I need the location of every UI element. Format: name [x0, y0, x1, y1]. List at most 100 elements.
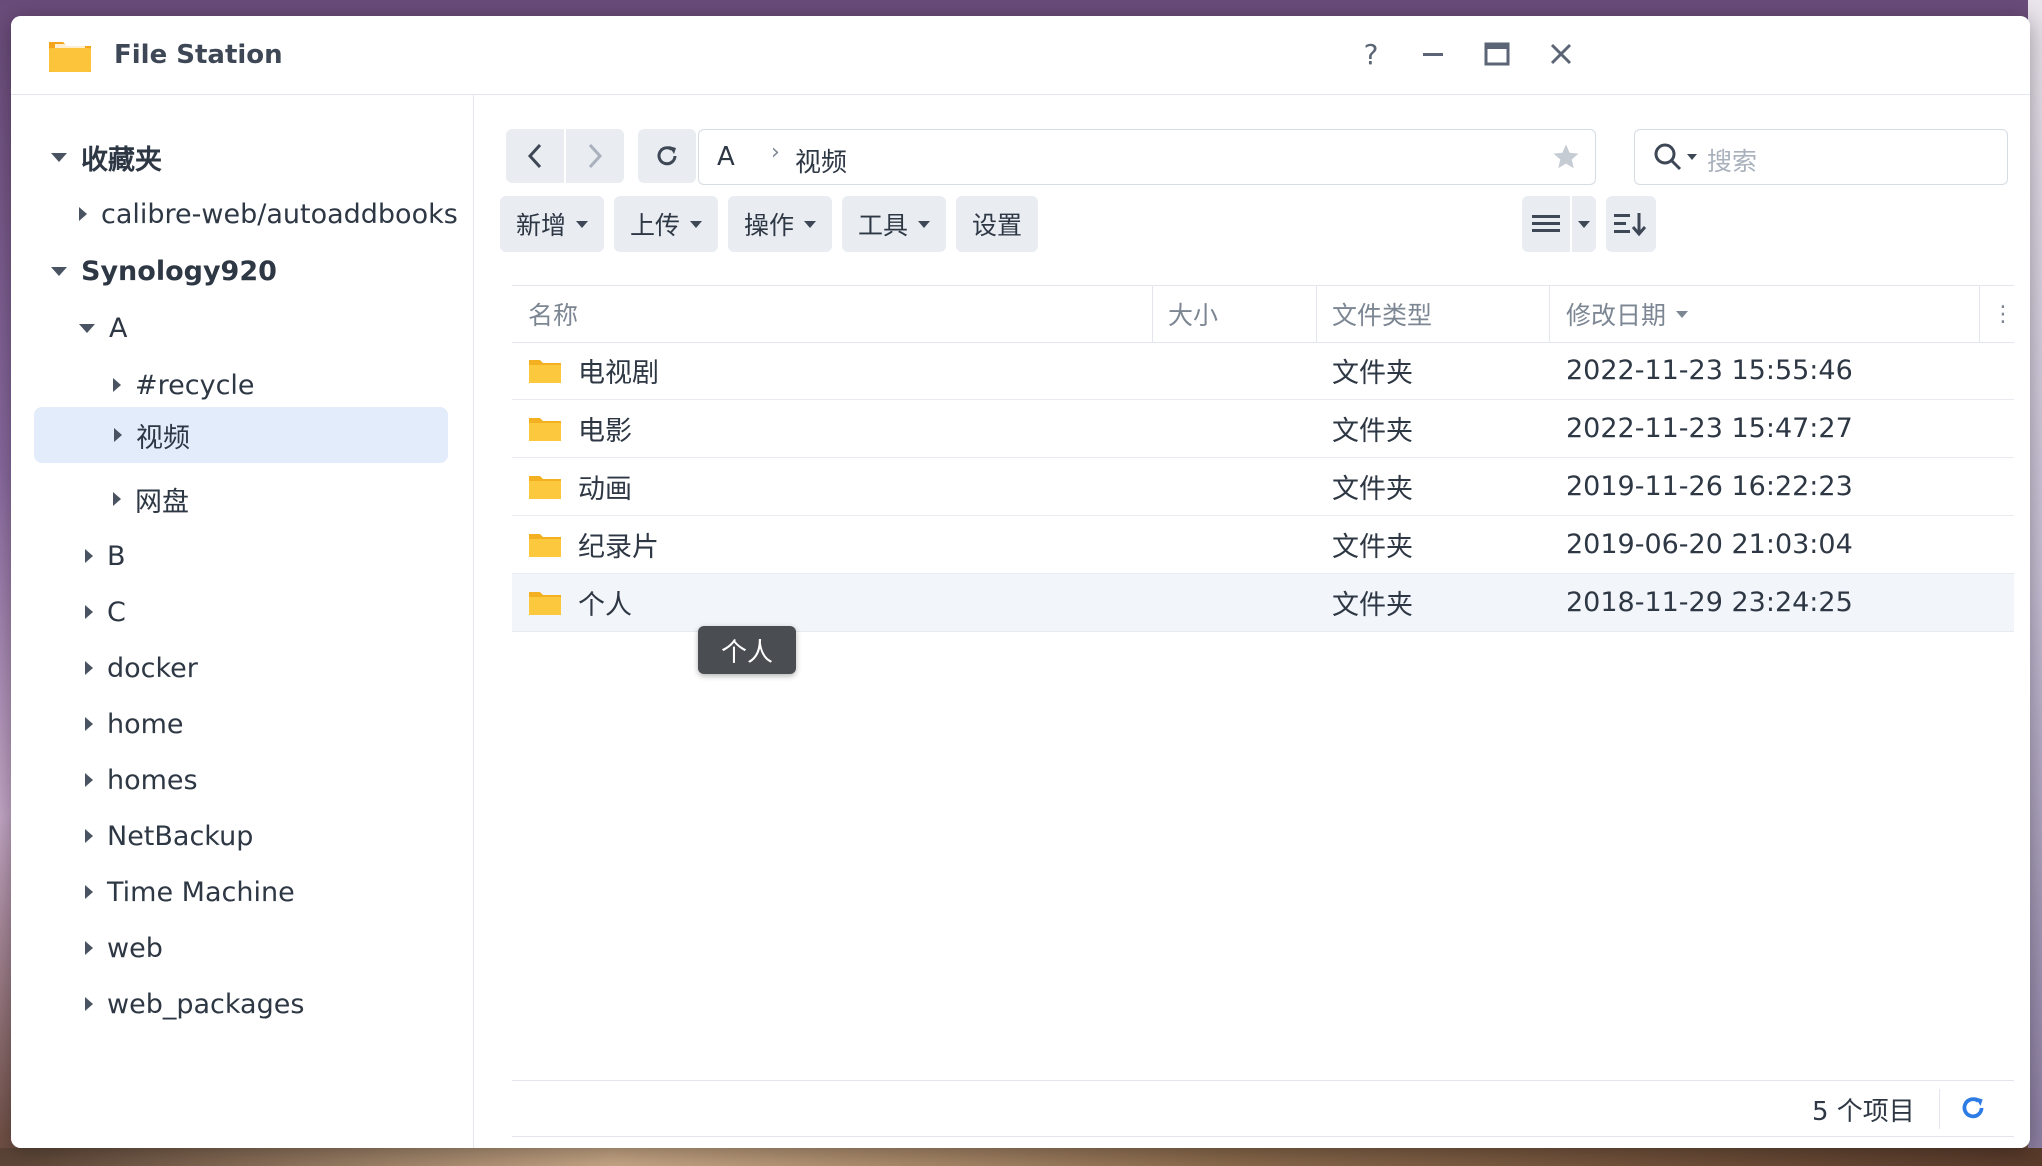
table-row[interactable]: 个人 文件夹 2018-11-29 23:24:25: [512, 574, 2014, 632]
column-type-header[interactable]: 文件类型: [1332, 286, 1432, 342]
tree-item-label: home: [107, 708, 184, 740]
search-input[interactable]: 搜索: [1634, 129, 2008, 185]
footer-bottom-border: [512, 1136, 2014, 1137]
chevron-down-icon: [690, 220, 702, 228]
tree-item-netdisk[interactable]: 网盘: [113, 471, 189, 527]
forward-button[interactable]: [566, 129, 624, 183]
file-list-panel: A › 视频 搜索 新增 上传 操作 工具 设置 名称 大小 文件类型 修改日期…: [474, 95, 2030, 1148]
file-name: 动画: [578, 474, 632, 505]
column-modified-header[interactable]: 修改日期: [1566, 286, 1689, 342]
desktop-background-bottom: [0, 1148, 2042, 1166]
column-divider[interactable]: [1316, 286, 1317, 342]
refresh-icon: [657, 146, 677, 166]
view-mode-dropdown[interactable]: [1572, 196, 1596, 252]
search-icon: [1654, 143, 1682, 171]
tree-item-label: C: [107, 596, 126, 628]
column-size-header[interactable]: 大小: [1168, 286, 1218, 342]
tree-item-c[interactable]: C: [85, 584, 126, 640]
action-button[interactable]: 操作: [728, 196, 832, 252]
tree-item-label: 网盘: [135, 486, 189, 518]
tree-item-time-machine[interactable]: Time Machine: [85, 864, 295, 920]
action-button-label: 操作: [743, 211, 794, 240]
item-count: 5 个项目: [1812, 1097, 1915, 1127]
path-current[interactable]: 视频: [795, 142, 847, 179]
file-station-app-icon: [49, 42, 91, 72]
tree-item-netbackup[interactable]: NetBackup: [85, 808, 253, 864]
new-button[interactable]: 新增: [500, 196, 604, 252]
column-name-header[interactable]: 名称: [528, 286, 578, 342]
close-button[interactable]: [1541, 34, 1581, 74]
folder-icon: [529, 360, 561, 383]
tree-server-label: Synology920: [81, 255, 277, 287]
expand-icon: [79, 323, 95, 333]
refresh-icon[interactable]: [1958, 1093, 1988, 1123]
tree-item-docker[interactable]: docker: [85, 640, 198, 696]
tools-button-label: 工具: [857, 211, 908, 240]
star-icon[interactable]: [1551, 142, 1581, 172]
file-type: 文件夹: [1332, 590, 1413, 621]
upload-button-label: 上传: [629, 211, 680, 240]
folder-icon: [529, 476, 561, 499]
breadcrumb-separator-icon: ›: [771, 140, 780, 165]
view-mode-button[interactable]: [1522, 196, 1570, 252]
folder-icon: [529, 418, 561, 441]
file-type: 文件夹: [1332, 532, 1413, 563]
file-name: 电影: [578, 416, 632, 447]
tree-item-home[interactable]: home: [85, 696, 184, 752]
tree-favorites[interactable]: 收藏夹: [51, 129, 162, 185]
tools-button[interactable]: 工具: [842, 196, 946, 252]
path-bar[interactable]: A › 视频: [698, 129, 1596, 185]
back-button[interactable]: [506, 129, 564, 183]
file-name: 纪录片: [578, 532, 659, 563]
column-divider[interactable]: [1152, 286, 1153, 342]
tree-item-label: B: [107, 540, 126, 572]
maximize-icon: [1484, 42, 1510, 66]
column-divider[interactable]: [1979, 286, 1980, 342]
tree-item-label: docker: [107, 652, 198, 684]
tree-item-web[interactable]: web: [85, 920, 163, 976]
table-row[interactable]: 动画 文件夹 2019-11-26 16:22:23: [512, 458, 2014, 516]
sort-button[interactable]: [1606, 196, 1656, 252]
tree-item-video[interactable]: 视频: [34, 407, 448, 463]
path-root[interactable]: A: [717, 142, 735, 172]
search-options-caret-icon[interactable]: [1687, 154, 1697, 160]
collapse-icon: [85, 549, 93, 563]
upload-button[interactable]: 上传: [614, 196, 718, 252]
chevron-down-icon: [804, 220, 816, 228]
collapse-icon: [85, 885, 93, 899]
footer-divider: [512, 1080, 2014, 1081]
tree-item-calibre[interactable]: calibre-web/autoaddbooks: [79, 186, 459, 242]
tree-server[interactable]: Synology920: [51, 243, 277, 299]
table-row[interactable]: 电影 文件夹 2022-11-23 15:47:27: [512, 400, 2014, 458]
collapse-icon: [114, 428, 122, 442]
expand-icon: [51, 152, 67, 162]
collapse-icon: [85, 605, 93, 619]
sort-icon: [1614, 213, 1647, 237]
chevron-left-icon: [527, 143, 542, 169]
tree-item-web-packages[interactable]: web_packages: [85, 976, 304, 1032]
minimize-button[interactable]: [1413, 34, 1453, 74]
file-type: 文件夹: [1332, 358, 1413, 389]
tree-item-homes[interactable]: homes: [85, 752, 198, 808]
collapse-icon: [85, 829, 93, 843]
tree-item-label: calibre-web/autoaddbooks: [101, 198, 458, 230]
title-bar: File Station ?: [11, 16, 2030, 95]
column-options-icon[interactable]: ⋮: [1992, 286, 2014, 342]
sort-desc-icon: [1676, 310, 1689, 318]
tree-item-b[interactable]: B: [85, 528, 126, 584]
file-type: 文件夹: [1332, 416, 1413, 447]
file-modified: 2022-11-23 15:47:27: [1566, 413, 1853, 444]
maximize-button[interactable]: [1477, 34, 1517, 74]
tree-item-recycle[interactable]: #recycle: [113, 357, 255, 413]
desktop-background-right: [2028, 0, 2042, 1166]
table-row[interactable]: 电视剧 文件夹 2022-11-23 15:55:46: [512, 342, 2014, 400]
tree-item-a[interactable]: A: [79, 300, 127, 356]
settings-button[interactable]: 设置: [956, 196, 1038, 252]
collapse-icon: [85, 997, 93, 1011]
table-row[interactable]: 纪录片 文件夹 2019-06-20 21:03:04: [512, 516, 2014, 574]
refresh-button[interactable]: [638, 129, 696, 183]
tree-item-label: Time Machine: [107, 876, 295, 908]
collapse-icon: [113, 378, 121, 392]
column-divider[interactable]: [1549, 286, 1550, 342]
help-button[interactable]: ?: [1351, 34, 1391, 74]
